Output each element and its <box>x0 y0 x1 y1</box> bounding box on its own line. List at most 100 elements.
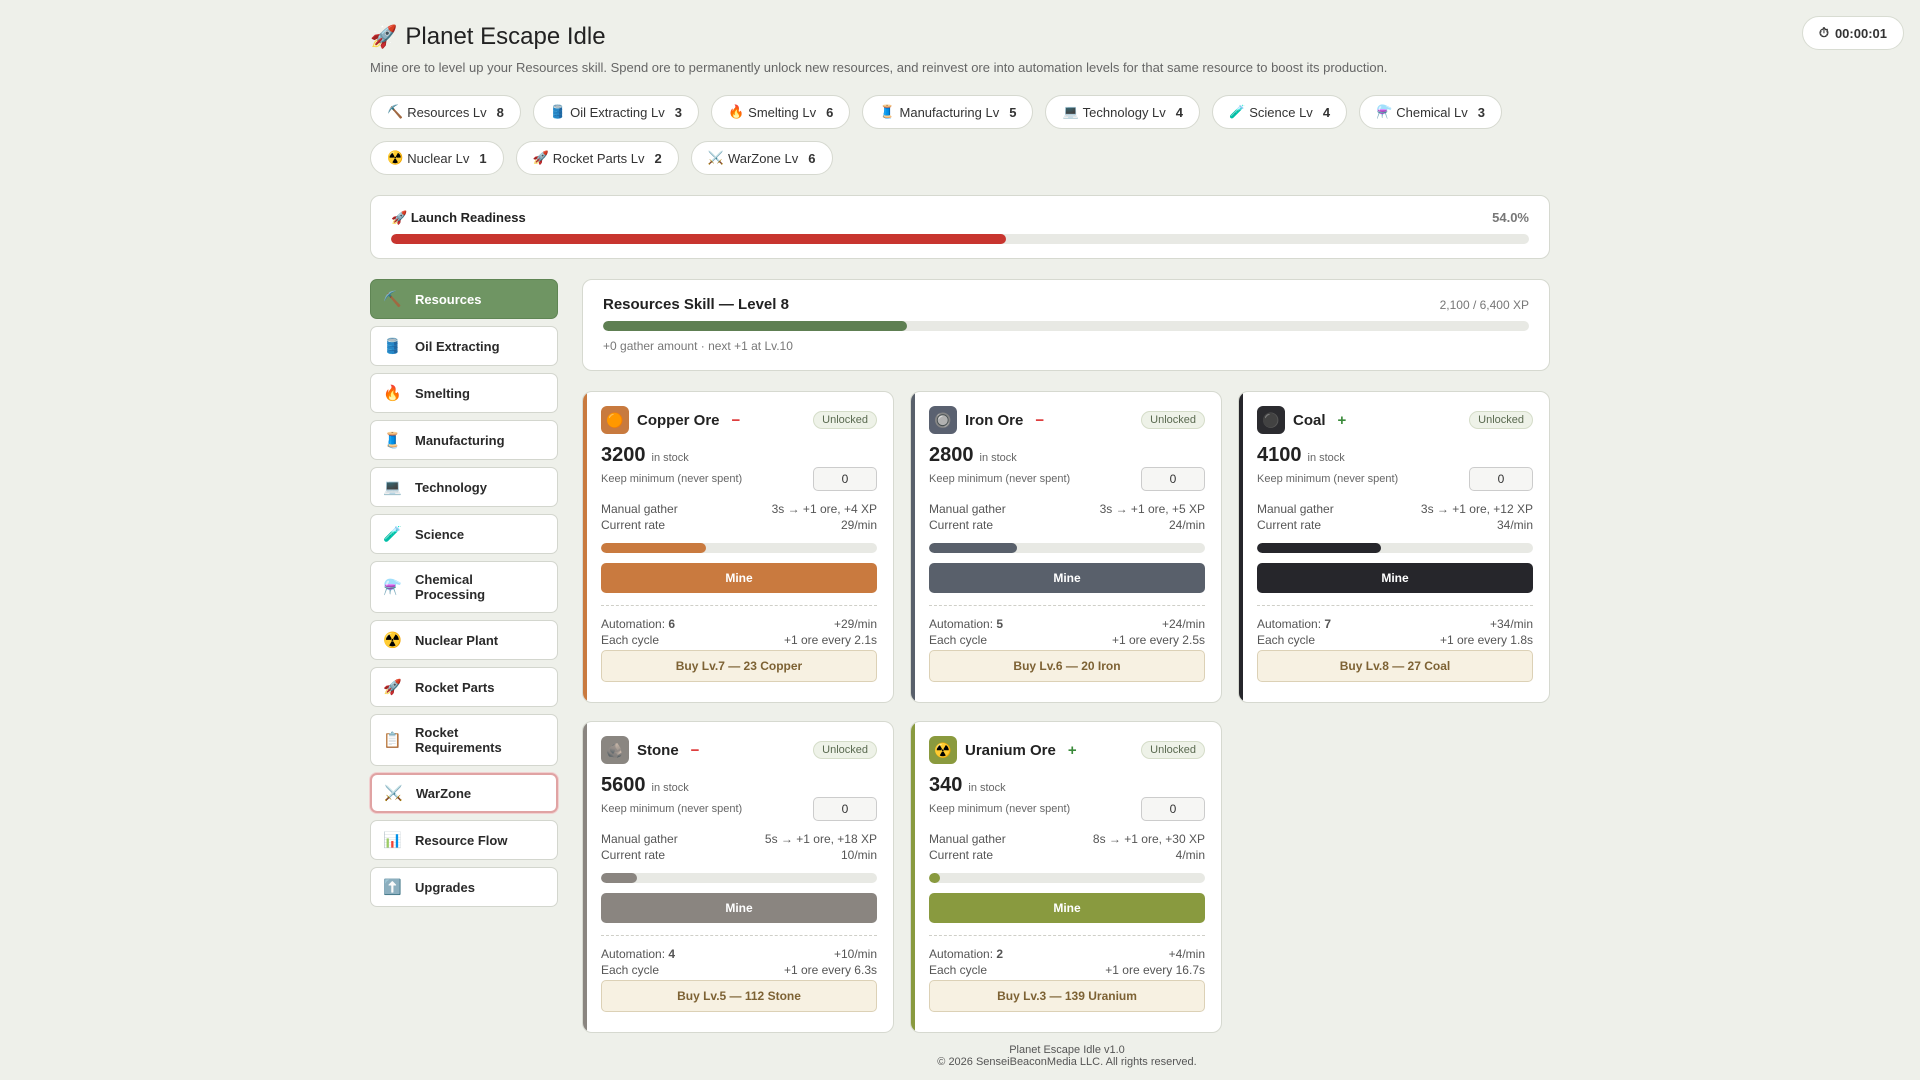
resource-icon: ☢️ <box>929 736 957 764</box>
mine-button[interactable]: Mine <box>601 563 877 593</box>
keep-minimum-input[interactable]: 0 <box>813 797 877 821</box>
automation-rate: +24/min <box>1161 617 1205 631</box>
current-rate-value: 34/min <box>1496 518 1533 532</box>
sidebar-item-manufacturing[interactable]: 🧵 Manufacturing <box>370 420 558 460</box>
gather-progress-bar <box>1257 543 1533 553</box>
gather-progress-bar <box>601 543 877 553</box>
timer-value: 00:00:01 <box>1834 25 1887 41</box>
sidebar-item-warzone[interactable]: ⚔️ WarZone <box>370 773 558 813</box>
clipboard-icon: 📋 <box>383 732 402 749</box>
current-rate-value: 10/min <box>840 848 877 862</box>
buy-automation-button[interactable]: Buy Lv.8 — 27 Coal <box>1257 650 1533 682</box>
resource-icon: 🪨 <box>601 736 629 764</box>
automation-label: Automation: 2 <box>929 947 1004 961</box>
automation-rate: +4/min <box>1168 947 1205 961</box>
divider <box>1257 605 1533 606</box>
thread-spool-icon: 🧵 <box>383 432 402 449</box>
skill-progress-bar <box>603 321 1529 331</box>
launch-progress-bar <box>391 234 1529 244</box>
rocket-icon: 🚀 <box>532 150 549 165</box>
skill-panel: Resources Skill — Level 8 2,100 / 6,400 … <box>582 279 1550 371</box>
sidebar-item-upgrades[interactable]: ⬆️ Upgrades <box>370 867 558 907</box>
chip-label: Technology Lv <box>1082 104 1166 120</box>
chip-label: Smelting Lv <box>748 104 817 120</box>
manual-gather-value: 3s → +1 ore, +4 XP <box>771 502 877 516</box>
chip-label: WarZone Lv <box>727 150 799 166</box>
buy-automation-button[interactable]: Buy Lv.5 — 112 Stone <box>601 980 877 1012</box>
manual-gather-label: Manual gather <box>601 502 678 516</box>
sidebar-item-label: Manufacturing <box>415 432 505 448</box>
divider <box>601 605 877 606</box>
keep-minimum-input[interactable]: 0 <box>1141 797 1205 821</box>
resource-trend-sign: + <box>1337 411 1347 429</box>
sidebar-item-resource-flow[interactable]: 📊 Resource Flow <box>370 820 558 860</box>
sidebar-item-nuclear-plant[interactable]: ☢️ Nuclear Plant <box>370 620 558 660</box>
sidebar-item-label: Oil Extracting <box>415 338 500 354</box>
sidebar-item-rocket-requirements[interactable]: 📋 Rocket Requirements <box>370 714 558 766</box>
current-rate-value: 4/min <box>1175 848 1205 862</box>
chip-label: Science Lv <box>1249 104 1313 120</box>
stock-count: 2800 <box>929 444 974 466</box>
gather-progress-fill <box>929 543 1018 553</box>
gather-progress-bar <box>929 543 1205 553</box>
stock-label: in stock <box>651 452 689 464</box>
stock-count: 3200 <box>601 444 646 466</box>
resource-icon: 🟠 <box>601 406 629 434</box>
current-rate-label: Current rate <box>601 848 666 862</box>
stock-label: in stock <box>979 452 1017 464</box>
unlocked-badge: Unlocked <box>1141 411 1205 429</box>
sidebar-nav: ⛏️ Resources 🛢️ Oil Extracting 🔥 Smelting 🧵… <box>370 279 558 1033</box>
card-accent-stripe <box>911 392 915 702</box>
keep-minimum-label: Keep minimum (never spent) <box>601 803 743 815</box>
card-accent-stripe <box>1239 392 1243 702</box>
page-title-text: Planet Escape Idle <box>405 23 606 50</box>
app-root: 🚀 Planet Escape Idle Mine ore to level u… <box>370 22 1550 1033</box>
gather-progress-fill <box>929 873 941 883</box>
bar-chart-icon: 📊 <box>383 832 402 849</box>
resource-card-iron-ore: 🔘 Iron Ore − Unlocked 2800 in stock Keep… <box>910 391 1222 703</box>
sidebar-item-oil-extracting[interactable]: 🛢️ Oil Extracting <box>370 326 558 366</box>
divider <box>929 935 1205 936</box>
manual-gather-label: Manual gather <box>1257 502 1334 516</box>
each-cycle-value: +1 ore every 2.1s <box>783 633 877 647</box>
sidebar-item-smelting[interactable]: 🔥 Smelting <box>370 373 558 413</box>
sidebar-item-technology[interactable]: 💻 Technology <box>370 467 558 507</box>
pickaxe-icon: ⛏️ <box>383 291 402 308</box>
buy-automation-button[interactable]: Buy Lv.3 — 139 Uranium <box>929 980 1205 1012</box>
mine-button[interactable]: Mine <box>929 893 1205 923</box>
keep-minimum-input[interactable]: 0 <box>813 467 877 491</box>
automation-label: Automation: 5 <box>929 617 1004 631</box>
card-accent-stripe <box>583 392 587 702</box>
automation-level: 4 <box>668 947 676 961</box>
manual-gather-value: 3s → +1 ore, +12 XP <box>1420 502 1533 516</box>
chip-label: Oil Extracting Lv <box>570 104 665 120</box>
divider <box>601 935 877 936</box>
current-rate-value: 29/min <box>840 518 877 532</box>
keep-minimum-input[interactable]: 0 <box>1469 467 1533 491</box>
chip-oil-extracting: 🛢️ Oil Extracting Lv 3 <box>532 95 699 129</box>
sidebar-item-rocket-parts[interactable]: 🚀 Rocket Parts <box>370 667 558 707</box>
resource-card-coal: ⚫ Coal + Unlocked 4100 in stock Keep min… <box>1238 391 1550 703</box>
chip-label: Chemical Lv <box>1396 104 1468 120</box>
sidebar-item-chemical-processing[interactable]: ⚗️ Chemical Processing <box>370 561 558 613</box>
mine-button[interactable]: Mine <box>1257 563 1533 593</box>
alembic-icon: ⚗️ <box>1376 104 1393 119</box>
resource-trend-sign: − <box>1035 411 1045 429</box>
buy-automation-button[interactable]: Buy Lv.6 — 20 Iron <box>929 650 1205 682</box>
current-rate-label: Current rate <box>601 518 666 532</box>
mine-button[interactable]: Mine <box>929 563 1205 593</box>
footer: Planet Escape Idle v1.0 © 2026 SenseiBea… <box>0 1044 1920 1068</box>
sidebar-item-science[interactable]: 🧪 Science <box>370 514 558 554</box>
gather-progress-bar <box>929 873 1205 883</box>
keep-minimum-input[interactable]: 0 <box>1141 467 1205 491</box>
mine-button[interactable]: Mine <box>601 893 877 923</box>
resource-name: Coal <box>1293 411 1326 429</box>
sidebar-item-label: Rocket Requirements <box>415 725 502 755</box>
chip-level: 5 <box>1009 104 1017 120</box>
each-cycle-label: Each cycle <box>601 963 660 977</box>
stock-count: 4100 <box>1257 444 1302 466</box>
current-rate-label: Current rate <box>1257 518 1322 532</box>
sidebar-item-resources[interactable]: ⛏️ Resources <box>370 279 558 319</box>
buy-automation-button[interactable]: Buy Lv.7 — 23 Copper <box>601 650 877 682</box>
sidebar-item-label: Chemical Processing <box>415 572 486 602</box>
